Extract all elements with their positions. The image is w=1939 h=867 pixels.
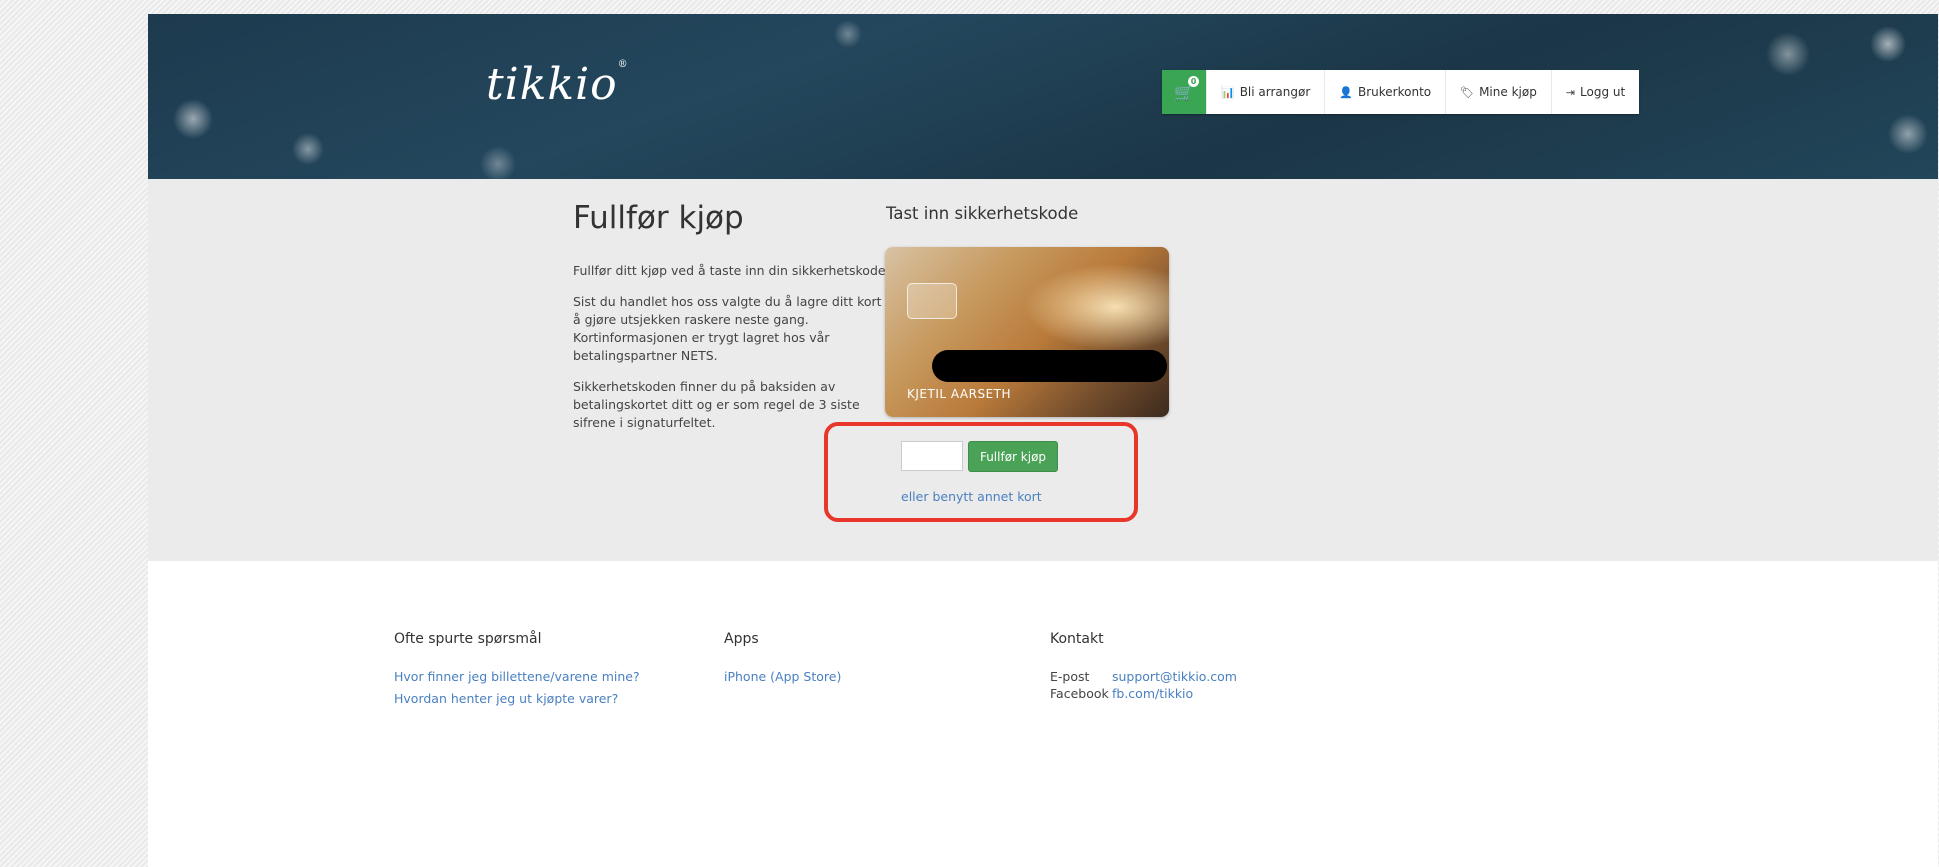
email-label: E-post xyxy=(1050,669,1090,684)
faq-heading: Ofte spurte spørsmål xyxy=(394,631,542,647)
app-store-link[interactable]: iPhone (App Store) xyxy=(724,669,841,684)
facebook-label: Facebook xyxy=(1050,686,1109,701)
faq-link[interactable]: Hvordan henter jeg ut kjøpte varer? xyxy=(394,691,640,706)
footer: Ofte spurte spørsmål Hvor finner jeg bil… xyxy=(148,561,1938,867)
logo-text: tikkio xyxy=(486,59,618,110)
nav-label: Mine kjøp xyxy=(1479,85,1537,99)
instruction-paragraph: Sist du handlet hos oss valgte du å lagr… xyxy=(573,294,903,363)
nav-label: Bli arrangør xyxy=(1239,85,1311,99)
nav-brukerkonto[interactable]: 👤 Brukerkonto xyxy=(1324,70,1445,114)
footer-contact: Kontakt E-post support@tikkio.com Facebo… xyxy=(1050,631,1237,703)
redacted-card-number xyxy=(932,350,1167,382)
tag-icon: 🏷 xyxy=(1460,85,1475,99)
apps-heading: Apps xyxy=(724,631,759,647)
nav-mine-kjop[interactable]: 🏷 Mine kjøp xyxy=(1445,70,1551,114)
contact-facebook-row: Facebook fb.com/tikkio xyxy=(1050,686,1237,701)
nav-logg-ut[interactable]: ⇥ Logg ut xyxy=(1550,70,1639,114)
cart-button[interactable]: 🛒 0 xyxy=(1162,70,1206,114)
bar-chart-icon: 📊 xyxy=(1221,85,1235,99)
security-code-input[interactable] xyxy=(901,441,963,471)
footer-faq: Ofte spurte spørsmål Hvor finner jeg bil… xyxy=(394,631,640,713)
instruction-paragraph: Fullfør ditt kjøp ved å taste inn din si… xyxy=(573,263,890,278)
page: tikkio® 🛒 0 📊 Bli arrangør 👤 Brukerkonto… xyxy=(148,14,1938,867)
instructions: Fullfør ditt kjøp ved å taste inn din si… xyxy=(573,262,903,445)
complete-purchase-button[interactable]: Fullfør kjøp xyxy=(968,441,1058,472)
use-other-card-link[interactable]: eller benytt annet kort xyxy=(901,489,1042,504)
page-title: Fullfør kjøp xyxy=(573,200,744,236)
cardholder-name: KJETIL AARSETH xyxy=(907,387,1012,401)
highlight-annotation xyxy=(824,422,1138,522)
card-chip-icon xyxy=(907,283,957,319)
cart-count-badge: 0 xyxy=(1188,76,1199,87)
security-code-heading: Tast inn sikkerhetskode xyxy=(886,204,1079,223)
logout-icon: ⇥ xyxy=(1565,85,1576,99)
contact-heading: Kontakt xyxy=(1050,631,1104,647)
email-link[interactable]: support@tikkio.com xyxy=(1112,669,1237,684)
logo-mark: ® xyxy=(617,59,629,70)
nav-bli-arrangor[interactable]: 📊 Bli arrangør xyxy=(1206,70,1324,114)
saved-card-image: KJETIL AARSETH xyxy=(885,247,1169,417)
nav-label: Logg ut xyxy=(1580,85,1626,99)
top-nav: 🛒 0 📊 Bli arrangør 👤 Brukerkonto 🏷 Mine … xyxy=(1162,70,1640,114)
facebook-link[interactable]: fb.com/tikkio xyxy=(1112,686,1193,701)
header: tikkio® 🛒 0 📊 Bli arrangør 👤 Brukerkonto… xyxy=(148,14,1938,179)
faq-link[interactable]: Hvor finner jeg billettene/varene mine? xyxy=(394,669,640,684)
user-icon: 👤 xyxy=(1339,85,1353,99)
contact-email-row: E-post support@tikkio.com xyxy=(1050,669,1237,684)
nav-label: Brukerkonto xyxy=(1357,85,1432,99)
tikkio-logo[interactable]: tikkio® xyxy=(486,59,629,110)
footer-apps: Apps iPhone (App Store) xyxy=(724,631,841,691)
